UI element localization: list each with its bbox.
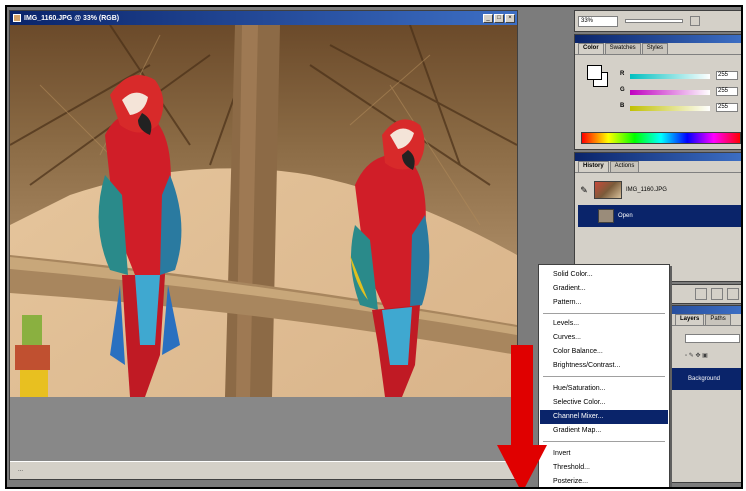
close-button[interactable]: × (505, 13, 515, 23)
tab-color[interactable]: Color (578, 43, 604, 54)
menu-item-brightness-contrast[interactable]: Brightness/Contrast... (540, 359, 668, 373)
history-state-label: Open (618, 213, 633, 219)
menu-separator (543, 441, 665, 442)
color-palette-titlebar[interactable] (575, 35, 741, 43)
status-bar: ... (10, 461, 517, 479)
menu-item-selective-color[interactable]: Selective Color... (540, 396, 668, 410)
history-palette: History Actions ✎ IMG_1160.JPG Open (574, 152, 741, 282)
image-canvas[interactable] (10, 25, 517, 397)
open-state-icon (598, 209, 614, 223)
tab-actions[interactable]: Actions (609, 161, 640, 172)
color-palette-tabs: Color Swatches Styles (575, 43, 741, 55)
blue-channel-row: B 255 (620, 103, 738, 113)
tab-paths[interactable]: Paths (705, 314, 731, 325)
menu-item-gradient[interactable]: Gradient... (540, 282, 668, 296)
adjustment-layer-menu: Solid Color... Gradient... Pattern... Le… (538, 264, 670, 487)
color-palette: Color Swatches Styles R 255 G 255 B 255 (574, 34, 741, 150)
menu-separator (543, 376, 665, 377)
trash-icon[interactable] (727, 288, 739, 300)
history-palette-tabs: History Actions (575, 161, 741, 173)
color-spectrum-bar[interactable] (581, 132, 741, 144)
zoom-slider[interactable] (625, 19, 683, 23)
history-state-row[interactable]: Open (578, 205, 741, 227)
snapshot-label: IMG_1160.JPG (626, 187, 667, 193)
menu-item-gradient-map[interactable]: Gradient Map... (540, 424, 668, 438)
lock-icons[interactable]: ▫ ✎ ✥ ▣ (685, 352, 708, 359)
tab-layers[interactable]: Layers (675, 314, 705, 325)
blue-channel-label: B (620, 103, 625, 109)
navigator-palette: 33% (574, 10, 741, 32)
green-channel-label: G (620, 87, 625, 93)
history-brush-icon[interactable]: ✎ (578, 184, 590, 196)
new-document-icon[interactable] (695, 288, 707, 300)
menu-item-levels[interactable]: Levels... (540, 317, 668, 331)
zoom-in-icon[interactable] (690, 16, 700, 26)
minimize-button[interactable]: _ (483, 13, 493, 23)
new-snapshot-icon[interactable] (711, 288, 723, 300)
canvas-background (10, 397, 517, 461)
parrots-photo (10, 25, 517, 397)
menu-item-pattern[interactable]: Pattern... (540, 296, 668, 310)
green-channel-slider[interactable] (630, 90, 710, 95)
blue-channel-slider[interactable] (630, 106, 710, 111)
document-window: IMG_1160.JPG @ 33% (RGB) _ □ × ... (9, 10, 518, 480)
red-channel-row: R 255 (620, 71, 738, 81)
document-title: IMG_1160.JPG @ 33% (RGB) (24, 14, 120, 22)
menu-item-solid-color[interactable]: Solid Color... (540, 268, 668, 282)
zoom-field[interactable]: 33% (578, 16, 618, 27)
green-channel-row: G 255 (620, 87, 738, 97)
document-titlebar[interactable]: IMG_1160.JPG @ 33% (RGB) _ □ × (10, 11, 517, 25)
screen-frame: IMG_1160.JPG @ 33% (RGB) _ □ × ... 33% C… (5, 5, 743, 489)
menu-item-posterize[interactable]: Posterize... (540, 475, 668, 487)
document-icon (13, 14, 21, 22)
tab-history[interactable]: History (578, 161, 609, 172)
tab-swatches[interactable]: Swatches (604, 43, 641, 54)
history-snapshot-row[interactable]: ✎ IMG_1160.JPG (578, 179, 741, 201)
menu-item-color-balance[interactable]: Color Balance... (540, 345, 668, 359)
red-channel-slider[interactable] (630, 74, 710, 79)
red-channel-label: R (620, 71, 625, 77)
menu-item-channel-mixer[interactable]: Channel Mixer... (540, 410, 668, 424)
red-arrow-annotation (497, 345, 547, 487)
opacity-field[interactable] (685, 334, 740, 343)
green-channel-value[interactable]: 255 (716, 87, 738, 96)
blue-channel-value[interactable]: 255 (716, 103, 738, 112)
history-palette-titlebar[interactable] (575, 153, 741, 161)
foreground-color-swatch[interactable] (587, 65, 602, 80)
window-controls: _ □ × (483, 13, 515, 23)
status-text: ... (18, 467, 24, 473)
menu-item-threshold[interactable]: Threshold... (540, 461, 668, 475)
snapshot-thumbnail (594, 181, 622, 199)
menu-item-invert[interactable]: Invert (540, 447, 668, 461)
tab-styles[interactable]: Styles (641, 43, 669, 54)
menu-item-hue-saturation[interactable]: Hue/Saturation... (540, 382, 668, 396)
menu-separator (543, 313, 665, 314)
red-channel-value[interactable]: 255 (716, 71, 738, 80)
menu-item-curves[interactable]: Curves... (540, 331, 668, 345)
maximize-button[interactable]: □ (494, 13, 504, 23)
